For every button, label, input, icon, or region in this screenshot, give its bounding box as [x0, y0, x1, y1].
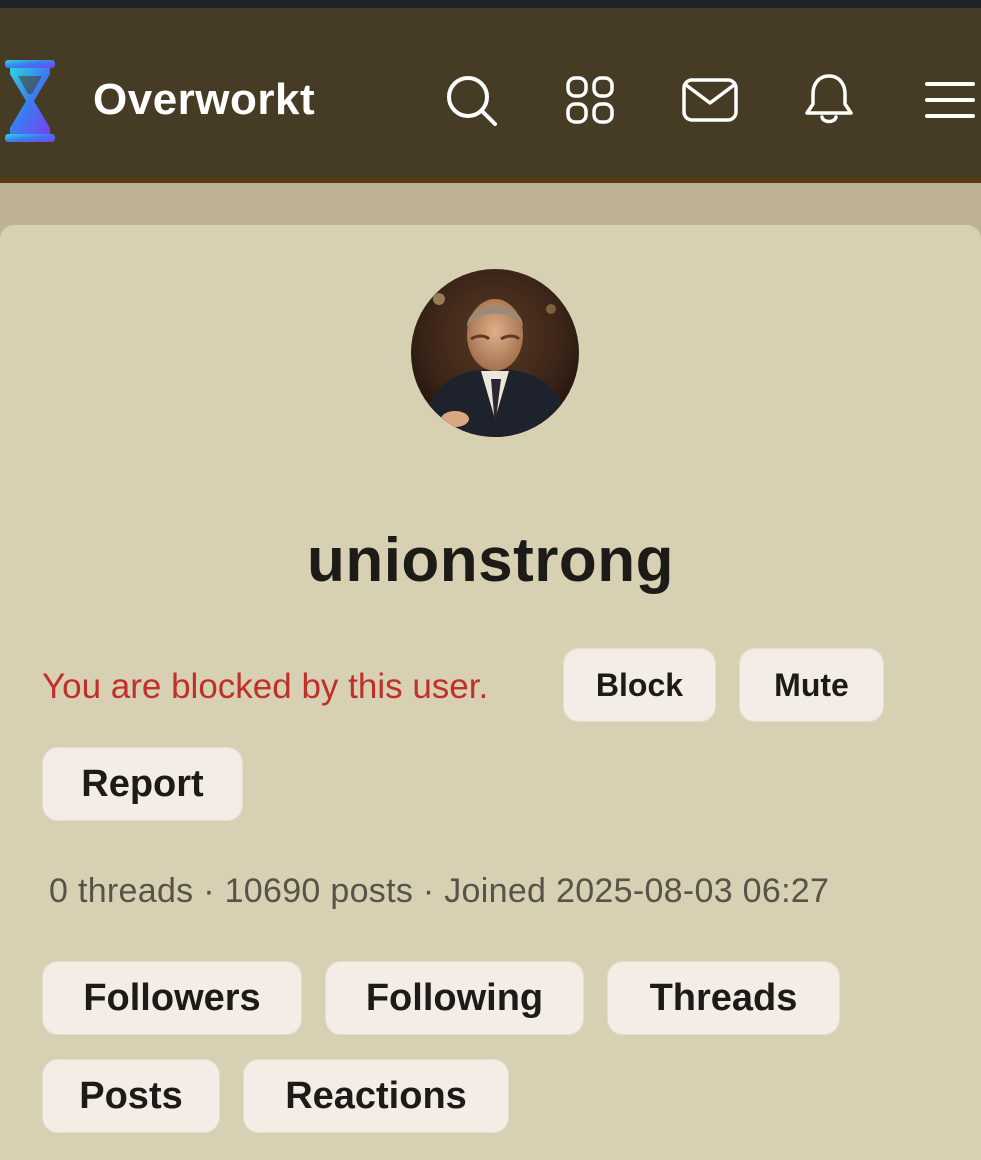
- blocked-notice: You are blocked by this user.: [42, 667, 489, 706]
- menu-button[interactable]: [919, 70, 979, 130]
- block-button[interactable]: Block: [563, 648, 716, 722]
- tab-followers[interactable]: Followers: [42, 961, 302, 1035]
- notifications-button[interactable]: [799, 70, 859, 130]
- mail-icon: [682, 78, 738, 122]
- avatar[interactable]: [411, 269, 579, 437]
- header-border: [0, 178, 981, 183]
- report-button[interactable]: Report: [42, 747, 243, 821]
- tab-reactions[interactable]: Reactions: [243, 1059, 509, 1133]
- hourglass-logo-icon[interactable]: [2, 58, 58, 144]
- brand-name[interactable]: Overworkt: [93, 70, 315, 130]
- profile-stats: 0 threads · 10690 posts · Joined 2025-08…: [49, 872, 830, 910]
- mute-button[interactable]: Mute: [739, 648, 884, 722]
- menu-icon: [925, 82, 975, 118]
- apps-button[interactable]: [560, 70, 620, 130]
- user-photo: [411, 269, 579, 437]
- top-strip: [0, 0, 981, 8]
- tab-threads[interactable]: Threads: [607, 961, 840, 1035]
- tab-posts[interactable]: Posts: [42, 1059, 220, 1133]
- top-nav: Overworkt: [0, 8, 981, 178]
- tab-following[interactable]: Following: [325, 961, 584, 1035]
- search-icon: [447, 76, 497, 126]
- username: unionstrong: [306, 526, 675, 595]
- bell-icon: [805, 74, 853, 124]
- messages-button[interactable]: [680, 70, 740, 130]
- grid-icon: [566, 76, 614, 124]
- search-button[interactable]: [441, 70, 501, 130]
